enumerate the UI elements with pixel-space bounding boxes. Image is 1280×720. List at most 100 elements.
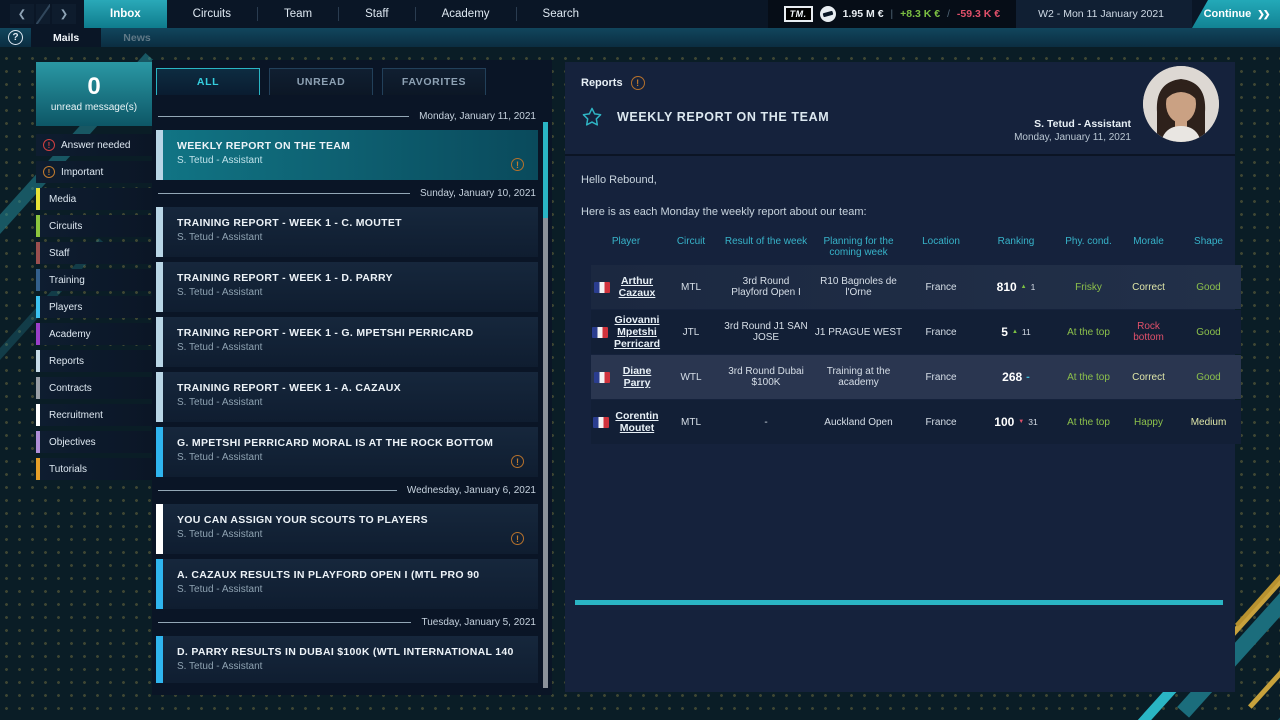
column-header[interactable]: Phy. cond. xyxy=(1056,234,1121,249)
top-nav-tab[interactable]: Academy xyxy=(416,0,516,28)
tm-logo: TM. xyxy=(784,6,813,22)
ranking-trend-icon: ▼ xyxy=(1018,419,1024,425)
sidebar-category-item[interactable]: Objectives xyxy=(36,431,152,453)
player-cell[interactable]: Corentin Moutet xyxy=(591,408,661,436)
sub-nav-tab[interactable]: News xyxy=(101,28,172,47)
mail-filter-tab[interactable]: ALL xyxy=(156,68,260,95)
ranking-cell: 268- xyxy=(976,368,1056,386)
help-icon[interactable]: ? xyxy=(8,30,23,45)
favorite-star-icon[interactable] xyxy=(581,106,603,128)
ranking-value: 100 xyxy=(994,415,1014,429)
top-nav-tab[interactable]: Staff xyxy=(339,0,414,28)
top-nav-tab[interactable]: Circuits xyxy=(167,0,257,28)
player-cell[interactable]: Arthur Cazaux xyxy=(591,273,661,301)
result-cell: 3rd Round Playford Open I xyxy=(721,274,811,300)
circuit-cell: WTL xyxy=(661,370,721,385)
mail-list-item[interactable]: WEEKLY REPORT ON THE TEAM S. Tetud - Ass… xyxy=(156,130,538,180)
mail-list-item[interactable]: YOU CAN ASSIGN YOUR SCOUTS TO PLAYERS S.… xyxy=(156,504,538,554)
weekly-income: +8.3 K € xyxy=(900,8,940,20)
ranking-delta: 1 xyxy=(1031,282,1036,292)
planning-cell: R10 Bagnoles de l'Orne xyxy=(811,274,906,300)
player-name-link[interactable]: Arthur Cazaux xyxy=(616,275,658,299)
player-cell[interactable]: Giovanni Mpetshi Perricard xyxy=(591,312,661,352)
phy-cond-cell: At the top xyxy=(1056,325,1121,340)
table-row: Arthur CazauxMTL3rd Round Playford Open … xyxy=(591,265,1241,309)
mail-filter-tab[interactable]: UNREAD xyxy=(269,68,373,95)
sidebar-category-item[interactable]: Circuits xyxy=(36,215,152,237)
date-separator: Wednesday, January 6, 2021 xyxy=(158,482,536,499)
mail-item-sender: S. Tetud - Assistant xyxy=(177,584,479,595)
sidebar-category-item[interactable]: Reports xyxy=(36,350,152,372)
mail-item-title: G. MPETSHI PERRICARD MORAL IS AT THE ROC… xyxy=(177,437,493,449)
important-icon: ! xyxy=(511,455,524,468)
sidebar-filter-item[interactable]: ! Important xyxy=(36,161,152,183)
column-header[interactable]: Circuit xyxy=(661,234,721,249)
top-nav-tab[interactable]: Search xyxy=(517,0,605,28)
sidebar-category-item[interactable]: Media xyxy=(36,188,152,210)
sidebar-category-item[interactable]: Players xyxy=(36,296,152,318)
ranking-value: 5 xyxy=(1001,325,1008,339)
column-header[interactable]: Planning for the coming week xyxy=(811,234,906,260)
column-header[interactable]: Result of the week xyxy=(721,234,811,249)
mail-filter-tab[interactable]: FAVORITES xyxy=(382,68,486,95)
france-flag-icon xyxy=(594,372,610,383)
location-cell: France xyxy=(906,280,976,295)
phy-cond-cell: At the top xyxy=(1056,415,1121,430)
sidebar-category-item[interactable]: Training xyxy=(36,269,152,291)
circuit-cell: MTL xyxy=(661,280,721,295)
mail-reader-panel: Reports ! WEEKLY REPORT ON THE TEAM S. T… xyxy=(565,62,1235,692)
column-header[interactable]: Location xyxy=(906,234,976,249)
reader-header: Reports ! WEEKLY REPORT ON THE TEAM S. T… xyxy=(565,62,1235,156)
mail-list-item[interactable]: D. PARRY RESULTS IN DUBAI $100K (WTL INT… xyxy=(156,636,538,683)
finance-cluster: TM. 1.95 M € | +8.3 K € / -59.3 K € xyxy=(768,0,1016,28)
sidebar-category-item[interactable]: Staff xyxy=(36,242,152,264)
top-nav-tab[interactable]: Team xyxy=(258,0,338,28)
category-color-bar xyxy=(156,504,163,554)
avatar xyxy=(1143,66,1219,142)
mail-list-item[interactable]: G. MPETSHI PERRICARD MORAL IS AT THE ROC… xyxy=(156,427,538,477)
sidebar-category-item[interactable]: Recruitment xyxy=(36,404,152,426)
continue-button[interactable]: Continue ❯❯ xyxy=(1192,0,1280,28)
category-color-bar xyxy=(156,262,163,312)
forward-arrow-icon[interactable]: ❯ xyxy=(52,4,76,24)
mail-list-item[interactable]: A. CAZAUX RESULTS IN PLAYFORD OPEN I (MT… xyxy=(156,559,538,609)
player-name-link[interactable]: Giovanni Mpetshi Perricard xyxy=(614,314,660,350)
column-header[interactable]: Player xyxy=(591,234,661,249)
morale-cell: Correct xyxy=(1121,370,1176,385)
sub-nav-tab[interactable]: Mails xyxy=(31,28,101,47)
column-header[interactable]: Morale xyxy=(1121,234,1176,249)
category-color-bar xyxy=(156,636,163,683)
player-cell[interactable]: Diane Parry xyxy=(591,363,661,391)
column-header[interactable]: Shape xyxy=(1176,234,1241,249)
result-cell: - xyxy=(721,415,811,430)
mail-item-title: YOU CAN ASSIGN YOUR SCOUTS TO PLAYERS xyxy=(177,514,428,526)
sidebar-filter-item[interactable]: ! Answer needed xyxy=(36,134,152,156)
mail-item-title: A. CAZAUX RESULTS IN PLAYFORD OPEN I (MT… xyxy=(177,569,479,581)
date-separator: Sunday, January 10, 2021 xyxy=(158,185,536,202)
mail-list-item[interactable]: TRAINING REPORT - WEEK 1 - A. CAZAUX S. … xyxy=(156,372,538,422)
money-icon xyxy=(820,6,836,22)
sidebar-category-item[interactable]: Contracts xyxy=(36,377,152,399)
mail-scrollbar-thumb[interactable] xyxy=(543,122,548,218)
sidebar-category-item[interactable]: Academy xyxy=(36,323,152,345)
mail-list-item[interactable]: TRAINING REPORT - WEEK 1 - D. PARRY S. T… xyxy=(156,262,538,312)
france-flag-icon xyxy=(592,327,608,338)
mail-list-item[interactable]: TRAINING REPORT - WEEK 1 - C. MOUTET S. … xyxy=(156,207,538,257)
location-cell: France xyxy=(906,370,976,385)
sidebar-filters: ! Answer needed ! Important xyxy=(36,134,152,183)
unread-count: 0 xyxy=(87,75,100,99)
phy-cond-cell: At the top xyxy=(1056,370,1121,385)
mail-list-item[interactable]: TRAINING REPORT - WEEK 1 - G. MPETSHI PE… xyxy=(156,317,538,367)
top-nav-tab[interactable]: Inbox xyxy=(84,0,167,28)
exclamation-icon: ! xyxy=(43,139,55,151)
phy-cond-cell: Frisky xyxy=(1056,280,1121,295)
back-arrow-icon[interactable]: ❮ xyxy=(10,4,34,24)
player-name-link[interactable]: Corentin Moutet xyxy=(615,410,658,434)
category-color-bar xyxy=(156,317,163,367)
player-name-link[interactable]: Diane Parry xyxy=(616,365,658,389)
location-cell: France xyxy=(906,415,976,430)
mail-item-sender: S. Tetud - Assistant xyxy=(177,287,393,298)
mail-scrollbar[interactable] xyxy=(543,122,548,688)
column-header[interactable]: Ranking xyxy=(976,234,1056,249)
sidebar-category-item[interactable]: Tutorials xyxy=(36,458,152,480)
